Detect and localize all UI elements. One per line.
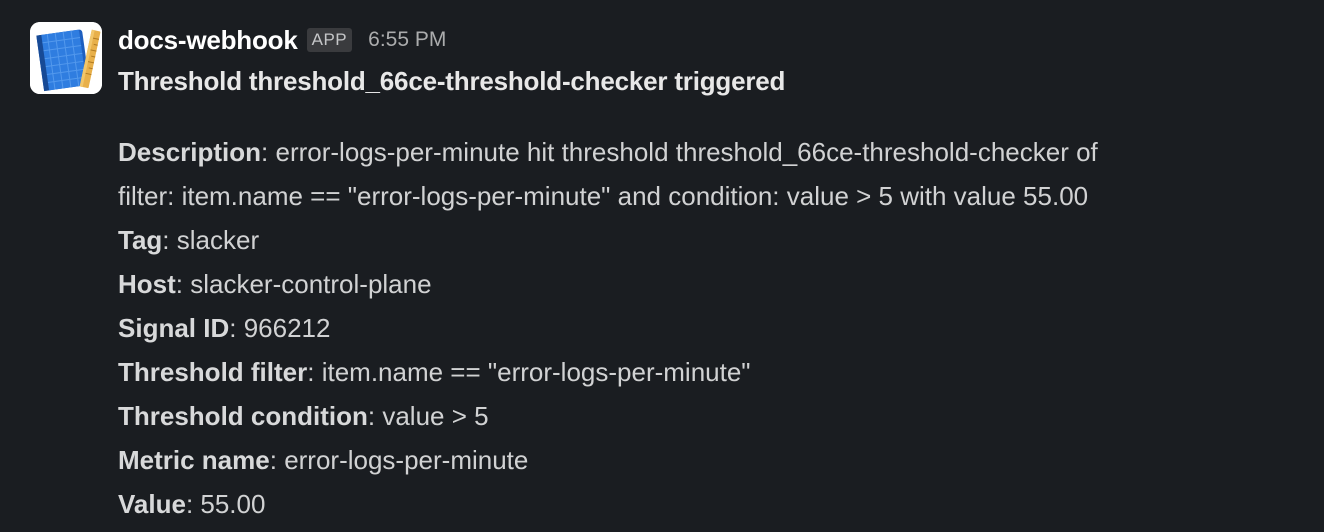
message-body: Description: error-logs-per-minute hit t… [118, 130, 1278, 526]
field-value: error-logs-per-minute hit threshold thre… [275, 137, 1098, 167]
field-label: Description [118, 137, 262, 167]
field-description: Description: error-logs-per-minute hit t… [118, 137, 1098, 167]
field-label: Threshold condition [118, 401, 368, 431]
field-value: 55.00 [200, 489, 266, 519]
app-badge: APP [306, 28, 353, 52]
field-description-continued: filter: item.name == "error-logs-per-min… [118, 174, 1278, 218]
alert-title: Threshold threshold_66ce-threshold-check… [118, 66, 786, 96]
field-signal-id: Signal ID: 966212 [118, 313, 331, 343]
sender-name[interactable]: docs-webhook [118, 25, 298, 56]
field-value: slacker-control-plane [190, 269, 432, 299]
field-label: Host [118, 269, 176, 299]
message: docs-webhook APP 6:55 PM Threshold thres… [0, 0, 1324, 532]
field-value: error-logs-per-minute [284, 445, 529, 475]
field-value: 966212 [243, 313, 331, 343]
field-value: item.name == "error-logs-per-minute" [321, 357, 751, 387]
field-label: Value [118, 489, 186, 519]
field-threshold-filter: Threshold filter: item.name == "error-lo… [118, 357, 751, 387]
field-label: Tag [118, 225, 163, 255]
message-header: docs-webhook APP 6:55 PM [118, 20, 446, 60]
field-threshold-condition: Threshold condition: value > 5 [118, 401, 489, 431]
field-value: slacker [176, 225, 260, 255]
field-label: Signal ID [118, 313, 230, 343]
field-tag: Tag: slacker [118, 225, 260, 255]
field-label: Metric name [118, 445, 270, 475]
field-metric-name: Metric name: error-logs-per-minute [118, 445, 529, 475]
field-value: value > 5 [382, 401, 489, 431]
app-avatar[interactable] [30, 22, 102, 94]
field-value: filter: item.name == "error-logs-per-min… [118, 181, 1089, 211]
field-host: Host: slacker-control-plane [118, 269, 432, 299]
notebook-pencil-icon [30, 22, 102, 94]
timestamp[interactable]: 6:55 PM [368, 28, 446, 52]
field-label: Threshold filter [118, 357, 308, 387]
field-value: Value: 55.00 [118, 489, 266, 519]
